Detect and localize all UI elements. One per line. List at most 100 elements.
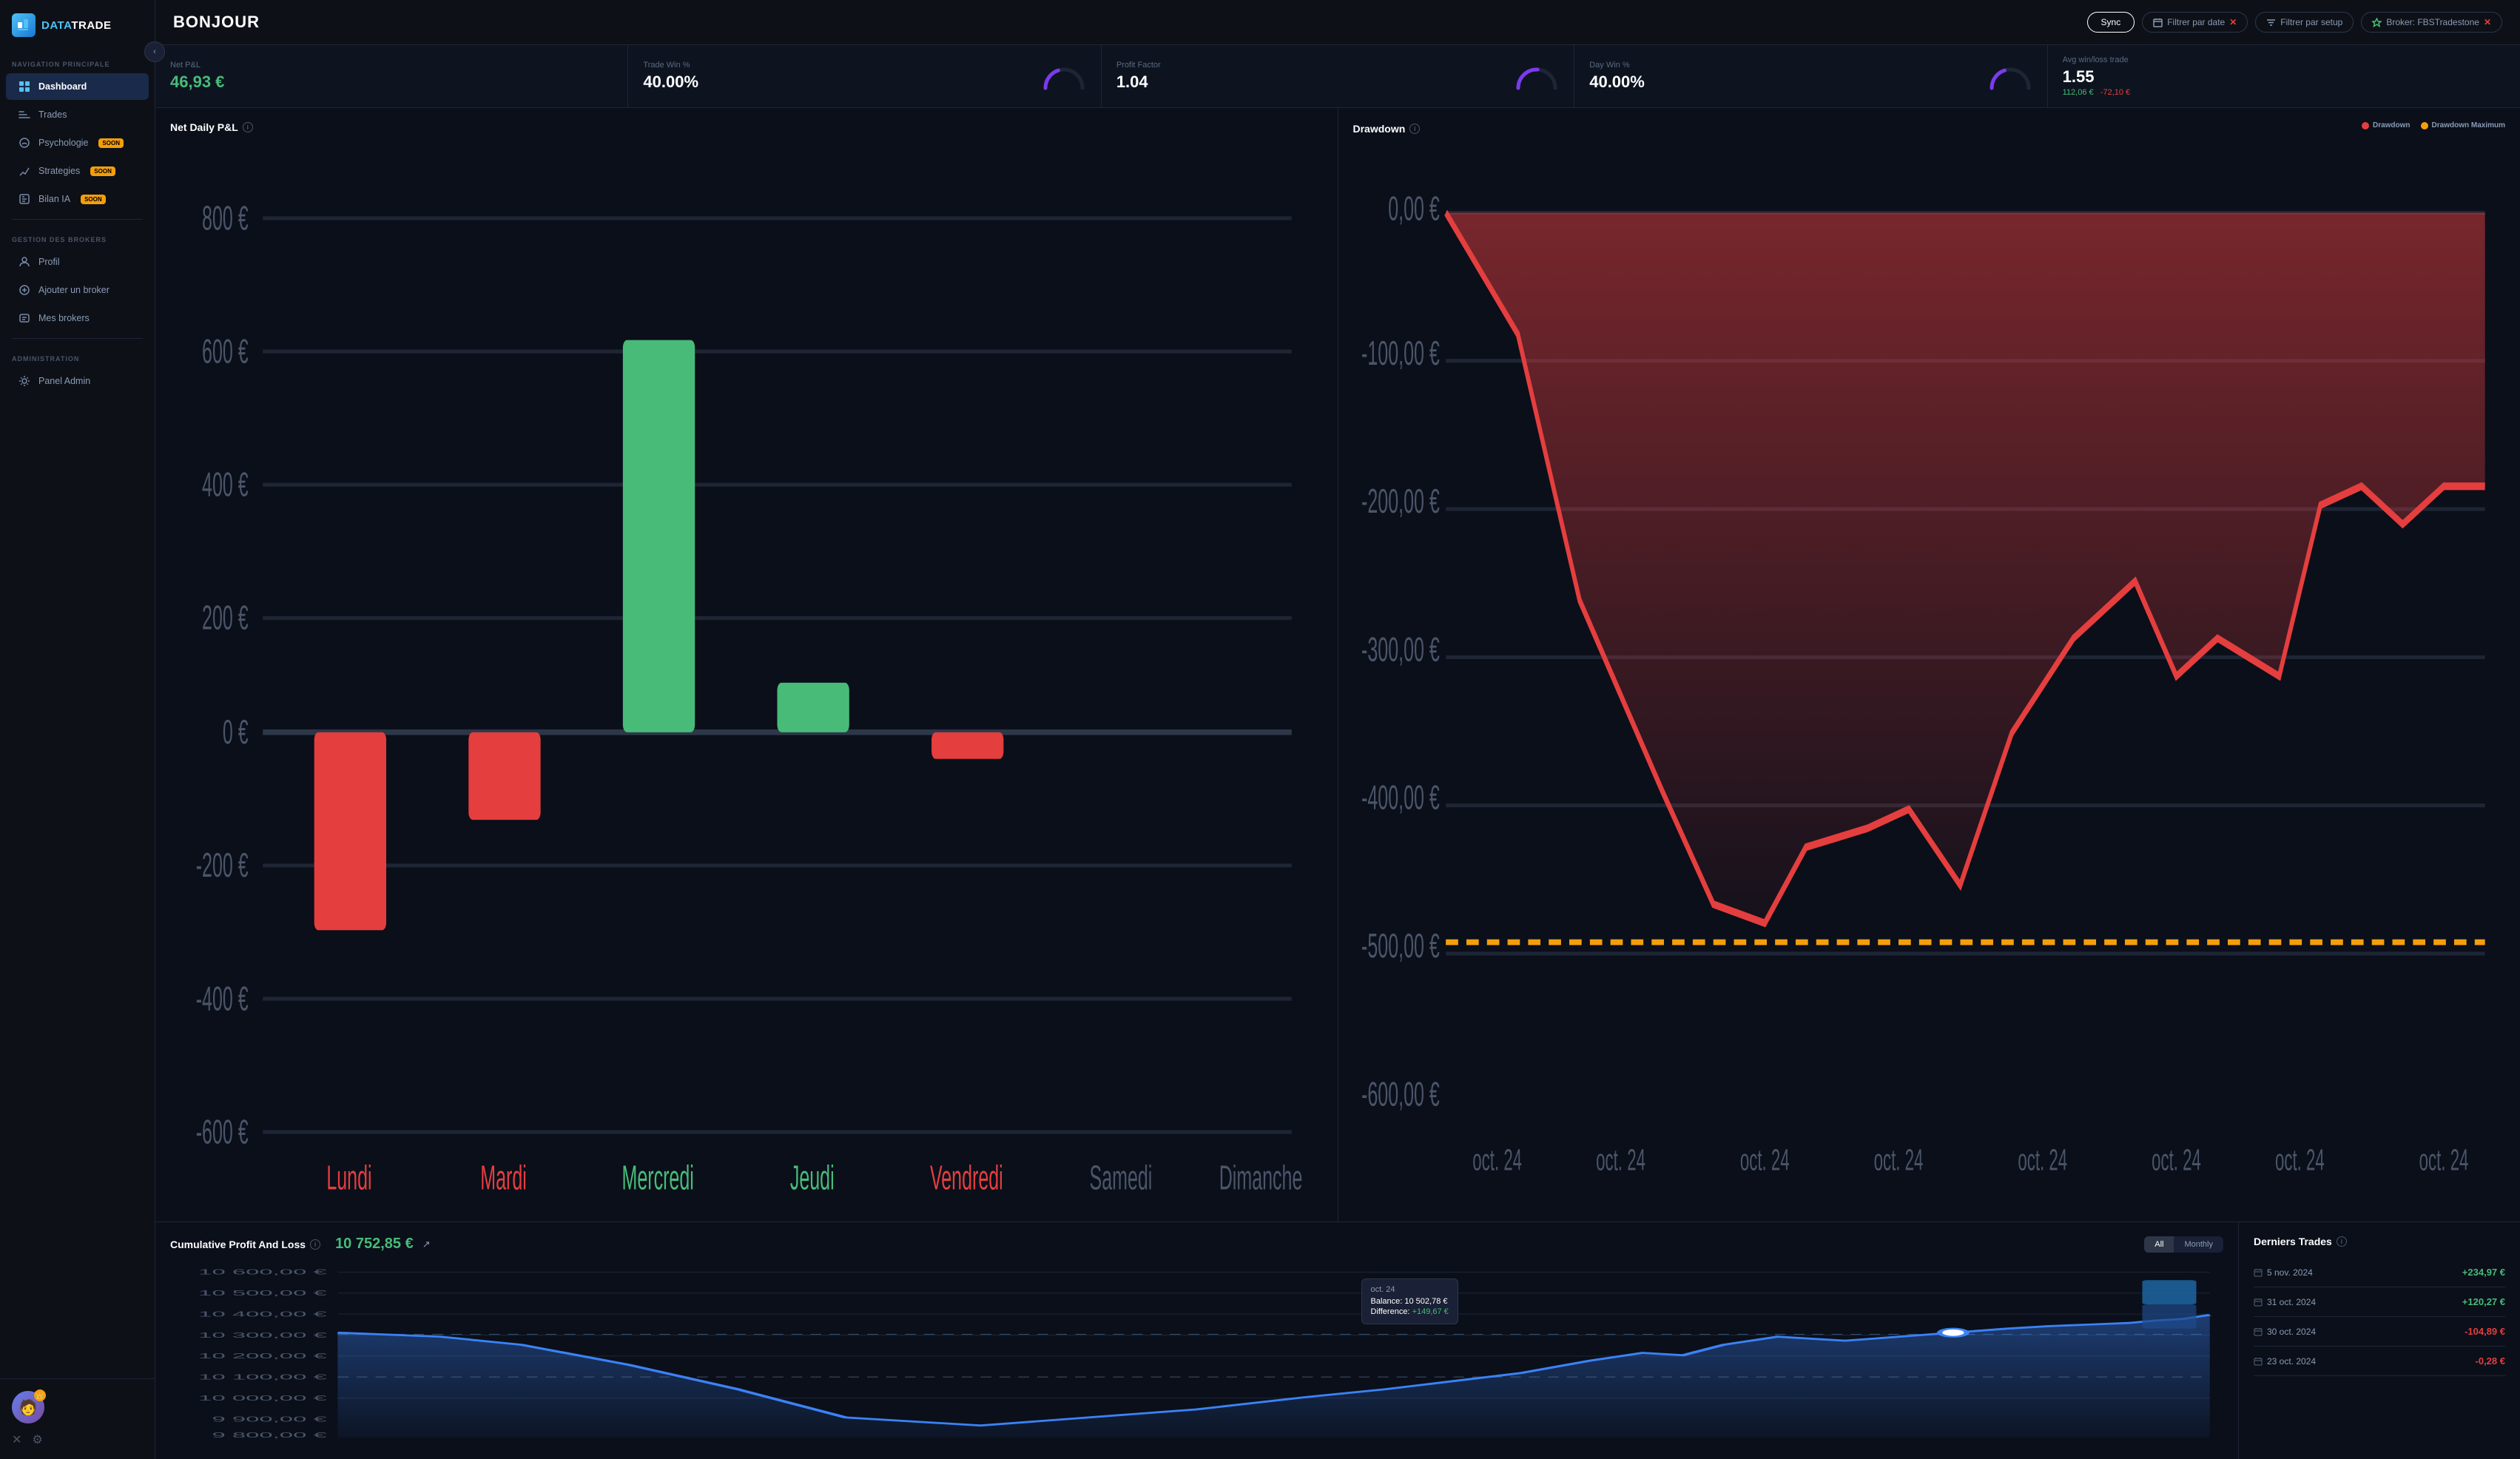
bilan-ia-soon-badge: SOON xyxy=(81,195,106,204)
toggle-all-button[interactable]: All xyxy=(2144,1236,2174,1253)
sidebar-item-bilan-ia-label: Bilan IA xyxy=(38,194,70,204)
psychologie-soon-badge: SOON xyxy=(98,138,124,148)
admin-section-label: ADMINISTRATION xyxy=(0,345,155,367)
sidebar-item-mes-brokers[interactable]: Mes brokers xyxy=(6,305,149,331)
cumulative-header: Cumulative Profit And Loss i 10 752,85 €… xyxy=(170,1236,2223,1253)
svg-text:10 300,00 €: 10 300,00 € xyxy=(198,1331,327,1339)
svg-text:400 €: 400 € xyxy=(202,465,249,503)
profit-factor-gauge xyxy=(1515,62,1559,90)
avatar-badge: 👑 xyxy=(34,1389,46,1401)
calendar-icon-trade-3 xyxy=(2254,1357,2263,1366)
stat-profit-factor-label: Profit Factor xyxy=(1116,61,1506,70)
sidebar-item-dashboard-label: Dashboard xyxy=(38,81,87,92)
toggle-group: All Monthly xyxy=(2144,1236,2223,1253)
sidebar-item-panel-admin-label: Panel Admin xyxy=(38,376,90,386)
svg-text:0 €: 0 € xyxy=(223,712,249,751)
day-win-gauge xyxy=(1988,62,2032,90)
legend-drawdown-max: Drawdown Maximum xyxy=(2421,121,2505,129)
svg-text:-100,00 €: -100,00 € xyxy=(1361,334,1440,372)
stat-avg-green: 112,06 € xyxy=(2063,88,2094,97)
panel-admin-icon xyxy=(18,374,31,388)
calendar-icon xyxy=(2153,18,2163,27)
sidebar-item-psychologie[interactable]: Psychologie SOON xyxy=(6,129,149,156)
logo-icon xyxy=(12,13,36,37)
filter-date-close[interactable]: ✕ xyxy=(2229,17,2237,27)
svg-text:10 500,00 €: 10 500,00 € xyxy=(198,1290,327,1298)
svg-text:10 000,00 €: 10 000,00 € xyxy=(198,1394,327,1402)
filter-date-button[interactable]: Filtrer par date ✕ xyxy=(2142,12,2248,33)
net-daily-pnl-title: Net Daily P&L i xyxy=(170,121,1323,133)
broker-close[interactable]: ✕ xyxy=(2484,17,2491,27)
sidebar-item-ajouter-broker[interactable]: Ajouter un broker xyxy=(6,277,149,303)
svg-text:oct. 24: oct. 24 xyxy=(1596,1142,1645,1176)
sidebar-item-dashboard[interactable]: Dashboard xyxy=(6,73,149,100)
calendar-icon-trade-1 xyxy=(2254,1298,2263,1307)
stat-day-win-value: 40.00% xyxy=(1589,73,1978,92)
sidebar-item-strategies[interactable]: Strategies SOON xyxy=(6,158,149,184)
logo-area: DATATRADE xyxy=(0,0,155,50)
broker-button[interactable]: Broker: FBSTradestone ✕ xyxy=(2361,12,2502,33)
legend-drawdown-dot xyxy=(2362,122,2369,129)
discord-icon[interactable]: ⚙ xyxy=(32,1432,42,1447)
divider-2 xyxy=(12,338,143,339)
filter-setup-button[interactable]: Filtrer par setup xyxy=(2255,12,2354,33)
header-actions: Sync Filtrer par date ✕ Filtrer par setu… xyxy=(2087,12,2502,33)
charts-row: Net Daily P&L i 800 € 600 € xyxy=(155,108,2520,1222)
psychologie-icon xyxy=(18,136,31,149)
filter-icon xyxy=(2266,18,2276,27)
external-link-icon[interactable]: ↗ xyxy=(422,1239,431,1250)
stat-net-pnl: Net P&L 46,93 € xyxy=(155,45,628,107)
sync-button[interactable]: Sync xyxy=(2087,12,2135,33)
stat-trade-win-value: 40.00% xyxy=(643,73,1032,92)
sidebar-item-mes-brokers-label: Mes brokers xyxy=(38,313,90,323)
stat-avg-label: Avg win/loss trade xyxy=(2063,55,2505,64)
drawdown-chart-svg: 0,00 € -100,00 € -200,00 € -300,00 € -40… xyxy=(1353,144,2506,1208)
cumulative-info-icon: i xyxy=(310,1239,320,1250)
svg-text:10 600,00 €: 10 600,00 € xyxy=(198,1268,327,1276)
mes-brokers-icon xyxy=(18,311,31,325)
sidebar-item-profil[interactable]: Profil xyxy=(6,249,149,275)
svg-text:0,00 €: 0,00 € xyxy=(1388,189,1440,227)
toggle-monthly-button[interactable]: Monthly xyxy=(2174,1236,2223,1253)
svg-text:9 900,00 €: 9 900,00 € xyxy=(212,1415,327,1423)
stat-net-pnl-info: Net P&L 46,93 € xyxy=(170,61,613,92)
divider-1 xyxy=(12,219,143,220)
trades-title: Derniers Trades i xyxy=(2254,1236,2505,1247)
cumulative-panel: Cumulative Profit And Loss i 10 752,85 €… xyxy=(155,1222,2239,1459)
stat-avg-win-loss: Avg win/loss trade 1.55 112,06 € -72,10 … xyxy=(2048,45,2520,107)
svg-text:600 €: 600 € xyxy=(202,331,249,370)
svg-text:Lundi: Lundi xyxy=(326,1158,371,1196)
sidebar-item-strategies-label: Strategies xyxy=(38,166,80,176)
trade-amount-0: +234,97 € xyxy=(2462,1267,2505,1278)
drawdown-panel: Drawdown i Drawdown Drawdown Maximum xyxy=(1338,108,2520,1222)
stats-strip: Net P&L 46,93 € Trade Win % 40.00% Profi… xyxy=(155,45,2520,108)
stat-trade-win-info: Trade Win % 40.00% xyxy=(643,61,1032,92)
svg-text:-200,00 €: -200,00 € xyxy=(1361,482,1440,520)
stat-day-win-info: Day Win % 40.00% xyxy=(1589,61,1978,92)
stat-net-pnl-label: Net P&L xyxy=(170,61,613,70)
derniers-trades-panel: Derniers Trades i 5 nov. 2024 +234,97 € xyxy=(2239,1222,2520,1459)
page-title: BONJOUR xyxy=(173,13,260,32)
stat-trade-win-label: Trade Win % xyxy=(643,61,1032,70)
svg-text:oct. 24: oct. 24 xyxy=(2018,1142,2067,1176)
user-avatar-area: 🧑 👑 xyxy=(12,1391,143,1423)
strategies-soon-badge: SOON xyxy=(90,166,115,176)
svg-text:800 €: 800 € xyxy=(202,198,249,237)
trade-amount-2: -104,89 € xyxy=(2465,1326,2505,1337)
legend-max-dot xyxy=(2421,122,2428,129)
collapse-button[interactable]: ‹ xyxy=(144,41,165,62)
svg-text:Vendredi: Vendredi xyxy=(930,1158,1003,1196)
svg-text:-600,00 €: -600,00 € xyxy=(1361,1074,1440,1113)
sidebar-item-bilan-ia[interactable]: Bilan IA SOON xyxy=(6,186,149,212)
svg-text:Jeudi: Jeudi xyxy=(790,1158,835,1196)
broker-icon xyxy=(2372,18,2382,27)
add-broker-icon xyxy=(18,283,31,297)
twitter-icon[interactable]: ✕ xyxy=(12,1432,21,1447)
cumulative-title-row: Cumulative Profit And Loss i 10 752,85 €… xyxy=(170,1236,431,1253)
legend-drawdown: Drawdown xyxy=(2362,121,2410,129)
sidebar-item-panel-admin[interactable]: Panel Admin xyxy=(6,368,149,394)
sidebar-item-trades[interactable]: Trades xyxy=(6,101,149,128)
stat-avg-info: Avg win/loss trade 1.55 112,06 € -72,10 … xyxy=(2063,55,2505,97)
stat-avg-value: 1.55 xyxy=(2063,67,2505,87)
net-daily-chart-svg: 800 € 600 € 400 € 200 € 0 € -200 € -400 … xyxy=(170,142,1323,1208)
